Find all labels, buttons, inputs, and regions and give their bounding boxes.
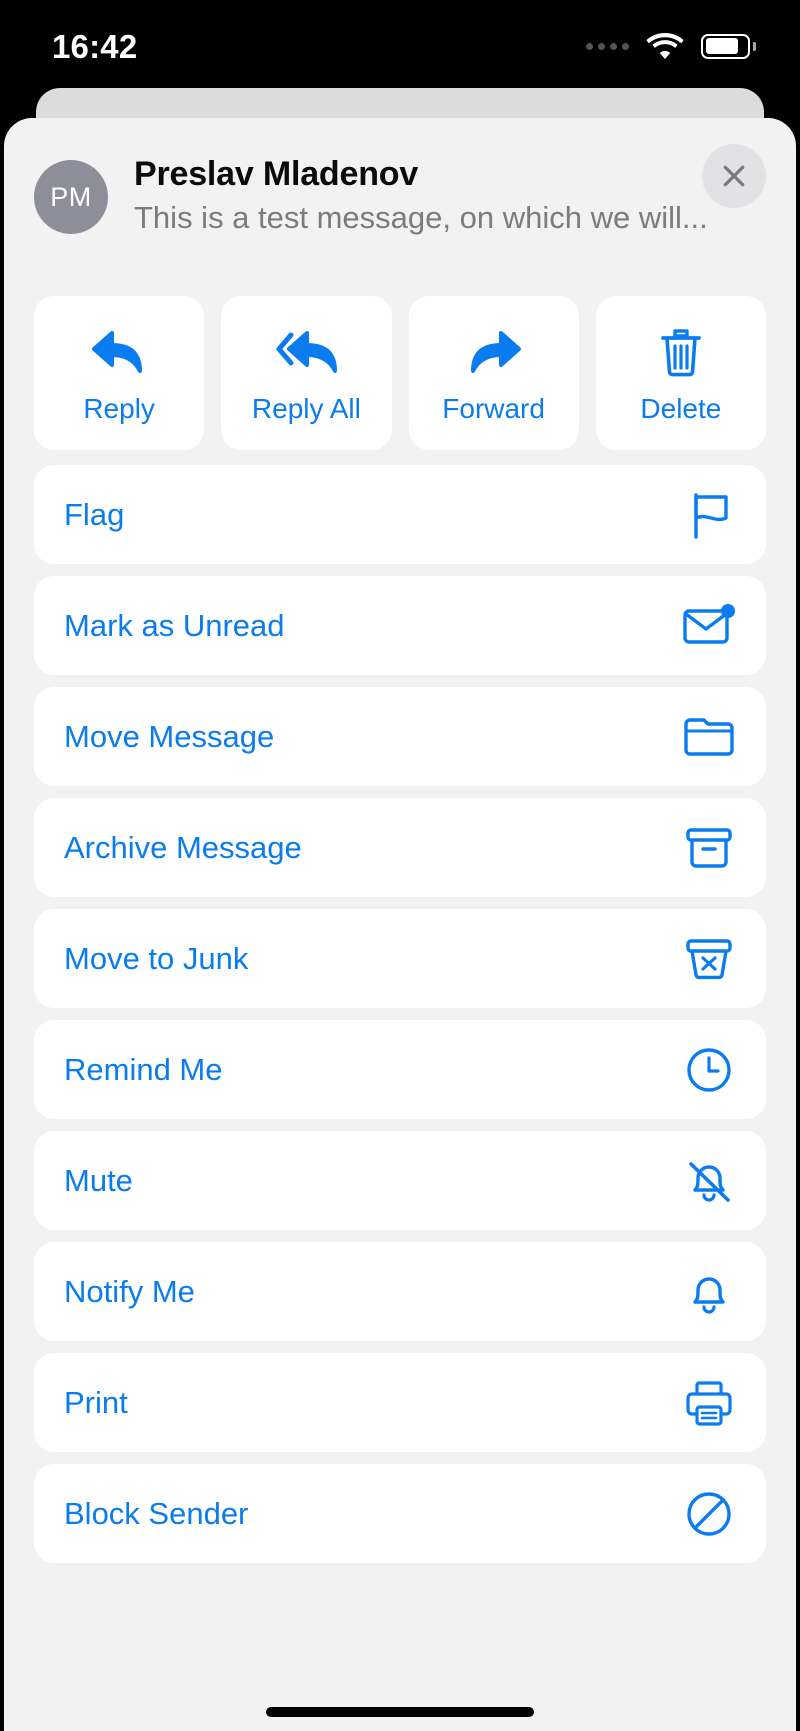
quick-action-label: Delete: [640, 393, 722, 425]
menu-item-print[interactable]: Print: [34, 1353, 766, 1453]
folder-icon: [682, 710, 736, 764]
avatar: PM: [34, 160, 108, 234]
message-preview: This is a test message, on which we will…: [134, 200, 708, 236]
home-indicator-area: [4, 1686, 796, 1731]
quick-action-reply-all[interactable]: Reply All: [221, 296, 392, 451]
menu-item-label: Move to Junk: [64, 941, 249, 977]
sheet-stack-background: [0, 88, 800, 148]
menu-item-label: Remind Me: [64, 1052, 223, 1088]
menu-item-archive-message[interactable]: Archive Message: [34, 798, 766, 898]
menu-item-remind-me[interactable]: Remind Me: [34, 1020, 766, 1120]
menu-item-flag[interactable]: Flag: [34, 465, 766, 565]
avatar-initials: PM: [50, 181, 92, 212]
battery-icon: [701, 33, 756, 59]
reply-icon: [90, 323, 148, 381]
quick-action-forward[interactable]: Forward: [408, 296, 579, 451]
sender-name: Preslav Mladenov: [134, 155, 419, 193]
flag-icon: [682, 488, 736, 542]
forward-icon: [465, 323, 523, 381]
menu-item-label: Archive Message: [64, 830, 302, 866]
status-bar: 16:42: [0, 0, 800, 88]
close-icon: [723, 165, 745, 187]
menu-item-label: Move Message: [64, 719, 275, 755]
menu-item-move-message[interactable]: Move Message: [34, 687, 766, 787]
status-time: 16:42: [52, 27, 138, 65]
menu-item-notify-me[interactable]: Notify Me: [34, 1242, 766, 1342]
menu-item-label: Mark as Unread: [64, 608, 285, 644]
menu-item-label: Flag: [64, 497, 125, 533]
sheet-header: PM Preslav Mladenov This is a test messa…: [34, 118, 766, 238]
quick-actions-grid: Reply Reply All Forward Delete: [34, 296, 766, 451]
clock-icon: [682, 1043, 736, 1097]
quick-action-label: Reply All: [251, 393, 361, 425]
junk-bin-icon: [682, 932, 736, 986]
menu-item-block-sender[interactable]: Block Sender: [34, 1464, 766, 1564]
envelope-badge-icon: [682, 599, 736, 653]
archivebox-icon: [682, 821, 736, 875]
reply-all-icon: [275, 323, 338, 381]
bell-icon: [682, 1265, 736, 1319]
bell-slash-icon: [682, 1154, 736, 1208]
quick-action-delete[interactable]: Delete: [595, 296, 766, 451]
cellular-dots-icon: [586, 42, 629, 50]
quick-action-reply[interactable]: Reply: [34, 296, 205, 451]
printer-icon: [682, 1376, 736, 1430]
close-button[interactable]: [702, 144, 766, 208]
wifi-icon: [646, 33, 684, 59]
trash-icon: [658, 323, 704, 381]
menu-item-mark-as-unread[interactable]: Mark as Unread: [34, 576, 766, 676]
quick-action-label: Forward: [442, 393, 545, 425]
menu-item-label: Mute: [64, 1163, 133, 1199]
block-icon: [682, 1487, 736, 1541]
header-text: Preslav Mladenov This is a test message,…: [134, 154, 766, 238]
menu-item-label: Block Sender: [64, 1496, 249, 1532]
status-indicators: [586, 32, 756, 60]
menu-item-label: Print: [64, 1385, 128, 1421]
menu-item-label: Notify Me: [64, 1274, 195, 1310]
home-indicator[interactable]: [266, 1707, 534, 1717]
menu-item-mute[interactable]: Mute: [34, 1131, 766, 1231]
menu-item-move-to-junk[interactable]: Move to Junk: [34, 909, 766, 1009]
menu-list: Flag Mark as Unread Move Message Archive…: [34, 465, 766, 1564]
quick-action-label: Reply: [83, 393, 155, 425]
message-action-sheet: PM Preslav Mladenov This is a test messa…: [4, 118, 796, 1731]
